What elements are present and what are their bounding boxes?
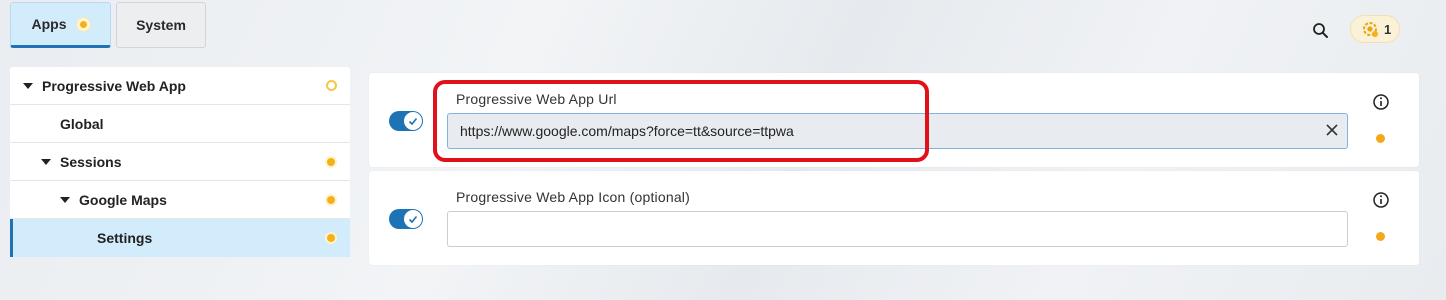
tree-item-label: Global [60,115,104,132]
status-dot-icon [325,156,337,168]
tree-item-label: Sessions [60,153,122,170]
pwa-icon-input[interactable] [447,211,1348,247]
modified-status-dot [1376,134,1385,143]
tree-item-google-maps[interactable]: Google Maps [10,181,350,219]
pwa-icon-label: Progressive Web App Icon (optional) [456,189,690,205]
tab-apps-status-dot [76,17,90,31]
notification-icon [1363,22,1378,37]
tree-item-global[interactable]: Global [10,105,350,143]
notification-count: 1 [1384,21,1392,37]
tree-item-settings[interactable]: Settings [10,219,350,257]
notification-badge[interactable]: 1 [1350,15,1400,43]
tab-system-label: System [136,17,186,33]
pwa-url-input[interactable] [447,113,1348,149]
tree-item-label: Progressive Web App [42,77,186,94]
toggle-knob [404,210,422,228]
chevron-down-icon[interactable] [41,158,51,165]
status-dot-icon [325,232,337,244]
tree-item-progressive-web-app[interactable]: Progressive Web App [10,67,350,105]
tree-item-sessions[interactable]: Sessions [10,143,350,181]
pwa-url-label: Progressive Web App Url [456,91,617,107]
tree-item-label: Google Maps [79,191,167,208]
chevron-down-icon[interactable] [23,82,33,89]
clear-icon[interactable] [1325,123,1339,137]
tab-apps[interactable]: Apps [10,2,111,48]
tree-item-label: Settings [97,230,153,246]
check-icon [408,117,418,126]
status-dot-icon [326,80,337,91]
check-icon [408,215,418,224]
status-dot-icon [325,194,337,206]
pwa-url-toggle[interactable] [389,111,423,131]
pwa-url-setting-card: Progressive Web App Url [369,73,1419,167]
toggle-knob [404,112,422,130]
tab-system[interactable]: System [116,2,206,48]
pwa-icon-setting-card: Progressive Web App Icon (optional) [369,171,1419,265]
tab-apps-label: Apps [31,16,67,32]
chevron-down-icon[interactable] [60,196,70,203]
search-icon[interactable] [1311,21,1331,41]
info-icon[interactable] [1372,191,1390,209]
modified-status-dot [1376,232,1385,241]
pwa-icon-toggle[interactable] [389,209,423,229]
info-icon[interactable] [1372,93,1390,111]
settings-tree: Progressive Web App Global Sessions Goog… [10,67,350,257]
